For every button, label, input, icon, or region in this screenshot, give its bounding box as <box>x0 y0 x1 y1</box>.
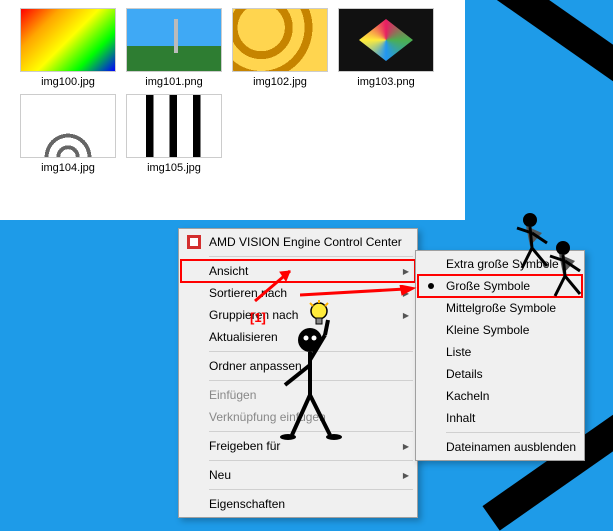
thumbnail-image <box>338 8 434 72</box>
menu-separator <box>209 351 413 352</box>
menu-label: Inhalt <box>446 411 475 425</box>
submenu-details[interactable]: Details <box>418 363 582 385</box>
thumbnail-image <box>126 8 222 72</box>
menu-label: Große Symbole <box>446 279 530 293</box>
menu-separator <box>209 380 413 381</box>
menu-label: Freigeben für <box>209 439 280 453</box>
menu-label: Ansicht <box>209 264 248 278</box>
menu-amd-vision[interactable]: AMD VISION Engine Control Center <box>181 231 415 253</box>
amd-icon <box>187 235 201 249</box>
thumbnail-image <box>126 94 222 158</box>
thumbnail-label: img104.jpg <box>18 162 118 174</box>
file-thumbnail[interactable]: img105.jpg <box>124 94 224 174</box>
menu-label: Einfügen <box>209 388 256 402</box>
submenu-dateinamen-ausblenden[interactable]: Dateinamen ausblenden <box>418 436 582 458</box>
menu-label: Eigenschaften <box>209 497 285 511</box>
submenu-kacheln[interactable]: Kacheln <box>418 385 582 407</box>
menu-separator <box>209 489 413 490</box>
thumbnail-image <box>20 8 116 72</box>
thumbnail-label: img105.jpg <box>124 162 224 174</box>
submenu-ansicht: Extra große Symbole Große Symbole Mittel… <box>415 250 585 461</box>
submenu-inhalt[interactable]: Inhalt <box>418 407 582 429</box>
menu-label: Aktualisieren <box>209 330 278 344</box>
menu-verknuepfung-einfuegen: Verknüpfung einfügen <box>181 406 415 428</box>
annotation-marker: [1] <box>250 310 266 325</box>
file-thumbnail[interactable]: img104.jpg <box>18 94 118 174</box>
file-thumbnail[interactable]: img103.png <box>336 8 436 88</box>
menu-separator <box>209 460 413 461</box>
lightbulb-icon <box>308 300 330 328</box>
submenu-grosse-symbole[interactable]: Große Symbole <box>418 275 582 297</box>
file-thumbnail[interactable]: img100.jpg <box>18 8 118 88</box>
file-thumbnail[interactable]: img101.png <box>124 8 224 88</box>
thumbnail-label: img101.png <box>124 76 224 88</box>
annotation-arrow-icon <box>250 266 300 306</box>
menu-aktualisieren[interactable]: Aktualisieren <box>181 326 415 348</box>
menu-separator <box>209 256 413 257</box>
menu-label: Details <box>446 367 483 381</box>
menu-ordner-anpassen[interactable]: Ordner anpassen... <box>181 355 415 377</box>
menu-einfuegen: Einfügen <box>181 384 415 406</box>
submenu-extra-grosse[interactable]: Extra große Symbole <box>418 253 582 275</box>
menu-eigenschaften[interactable]: Eigenschaften <box>181 493 415 515</box>
menu-label: Liste <box>446 345 471 359</box>
menu-gruppieren-nach[interactable]: Gruppieren nach <box>181 304 415 326</box>
submenu-liste[interactable]: Liste <box>418 341 582 363</box>
thumbnail-label: img103.png <box>336 76 436 88</box>
menu-separator <box>446 432 580 433</box>
thumbnail-image <box>20 94 116 158</box>
menu-freigeben-fuer[interactable]: Freigeben für <box>181 435 415 457</box>
thumbnail-image <box>232 8 328 72</box>
file-thumbnail[interactable]: img102.jpg <box>230 8 330 88</box>
thumbnail-label: img102.jpg <box>230 76 330 88</box>
submenu-mittelgrosse[interactable]: Mittelgroße Symbole <box>418 297 582 319</box>
menu-separator <box>209 431 413 432</box>
desktop-stripe <box>482 0 613 105</box>
menu-label: Dateinamen ausblenden <box>446 440 576 454</box>
submenu-kleine-symbole[interactable]: Kleine Symbole <box>418 319 582 341</box>
menu-label: Verknüpfung einfügen <box>209 410 326 424</box>
explorer-pane: img100.jpg img101.png img102.jpg img103.png… <box>0 0 465 220</box>
menu-label: Kleine Symbole <box>446 323 529 337</box>
menu-label: Kacheln <box>446 389 489 403</box>
menu-neu[interactable]: Neu <box>181 464 415 486</box>
menu-label: AMD VISION Engine Control Center <box>209 235 402 249</box>
menu-label: Mittelgroße Symbole <box>446 301 556 315</box>
menu-label: Ordner anpassen... <box>209 359 312 373</box>
menu-label: Neu <box>209 468 231 482</box>
menu-label: Extra große Symbole <box>446 257 559 271</box>
thumbnail-label: img100.jpg <box>18 76 118 88</box>
